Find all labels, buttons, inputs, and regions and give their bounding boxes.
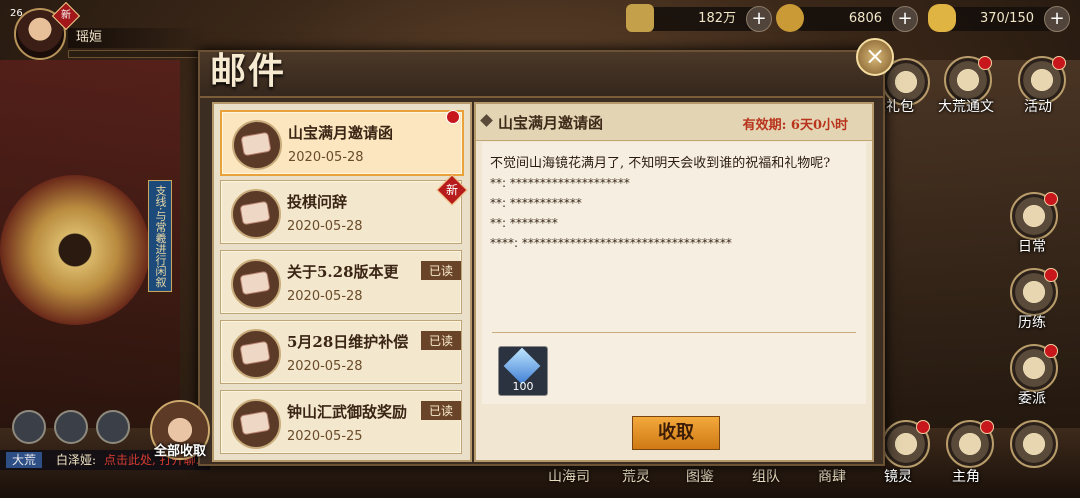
read-badge: 已读 (420, 261, 461, 280)
nav-tujian[interactable]: 图鉴 (686, 466, 714, 486)
player-info[interactable]: 26 新 瑶姮 (10, 1, 210, 64)
coin-icon (626, 4, 654, 32)
mail-dialog: 邮件 山宝满月邀请函 2020-05-28 投棋问辞 2020-05-28 新 … (198, 50, 885, 466)
add-stamina-button[interactable]: + (1044, 6, 1070, 32)
mail-detail: 山宝满月邀请函 有效期: 6天0小时 不觉间山海镜花满月了, 不知明天会收到谁的… (474, 102, 874, 462)
jade-icon (776, 4, 804, 32)
nav-shanhaisi[interactable]: 山海司 (548, 466, 590, 486)
mirror-spirit-icon[interactable] (882, 420, 930, 468)
menu-label-dispatch: 委派 (1018, 391, 1046, 407)
mail-list[interactable]: 山宝满月邀请函 2020-05-28 投棋问辞 2020-05-28 新 关于5… (212, 102, 472, 462)
stamina-counter: 370/150 + (928, 4, 1070, 32)
mail-item[interactable]: 钟山汇武御敌奖励 2020-05-25 已读 (220, 390, 462, 454)
envelope-icon (231, 259, 281, 309)
menu-label-daily: 日常 (1018, 239, 1046, 255)
nav-team[interactable]: 组队 (752, 466, 780, 486)
jade-counter: 6806 + (776, 4, 918, 32)
detail-line: **: ************ (490, 196, 582, 210)
collect-all-button[interactable]: 全部收取 (150, 440, 210, 459)
detail-line: **: ******************** (490, 176, 630, 190)
chat-sender: 白泽娅: (56, 453, 97, 467)
diamond-bullet-icon (480, 114, 493, 127)
side-quest-sign[interactable]: 支线·与常羲进行闲叙 (148, 180, 172, 292)
crystal-icon (503, 347, 541, 385)
coin-counter: 182万 + (626, 4, 772, 32)
envelope-icon (231, 399, 281, 449)
reward-count: 100 (512, 380, 534, 393)
detail-line: 不觉间山海镜花满月了, 不知明天会收到谁的祝福和礼物呢? (490, 156, 831, 171)
training-icon[interactable] (1010, 268, 1058, 316)
mail-item[interactable]: 山宝满月邀请函 2020-05-28 (220, 110, 464, 176)
mail-item-title: 5月28日维护补偿 (287, 333, 409, 351)
detail-line: ****: **********************************… (490, 236, 732, 250)
background-eye-ornament (0, 175, 150, 325)
player-name: 瑶姮 (68, 28, 206, 48)
divider (492, 332, 856, 333)
envelope-icon (231, 329, 281, 379)
player-level: 26 (10, 8, 23, 19)
mail-item-date: 2020-05-25 (287, 429, 363, 444)
mail-item-date: 2020-05-28 (287, 289, 363, 304)
envelope-icon (232, 120, 282, 170)
chat-channel: 大荒 (6, 452, 43, 468)
mail-item[interactable]: 5月28日维护补偿 2020-05-28 已读 (220, 320, 462, 384)
stamina-icon (928, 4, 956, 32)
dispatch-icon[interactable] (1010, 344, 1058, 392)
detail-title: 山宝满月邀请函 (498, 114, 604, 132)
menu-label-training: 历练 (1018, 315, 1046, 331)
detail-header: 山宝满月邀请函 有效期: 6天0小时 (476, 104, 872, 141)
daily-icon[interactable] (1010, 192, 1058, 240)
mail-item-date: 2020-05-28 (287, 359, 363, 374)
notes-icon[interactable] (96, 410, 130, 444)
nav-shop[interactable]: 商肆 (818, 466, 846, 486)
read-badge: 已读 (420, 331, 461, 350)
mail-item-title: 钟山汇武御敌奖励 (287, 403, 408, 421)
menu-label-activity: 活动 (1024, 99, 1052, 115)
new-badge: 新 (436, 174, 468, 206)
mail-item-title: 关于5.28版本更 (287, 263, 399, 281)
menu-label-pass: 大荒通文 (938, 99, 994, 115)
mail-quick-icon[interactable] (54, 410, 88, 444)
unread-dot (446, 110, 460, 124)
collect-button[interactable]: 收取 (632, 416, 720, 450)
mail-item-title: 投棋问辞 (287, 193, 348, 211)
mail-item-title: 山宝满月邀请函 (288, 124, 394, 142)
mail-item-date: 2020-05-28 (287, 219, 363, 234)
nav-huangling[interactable]: 荒灵 (622, 466, 650, 486)
exp-bar (68, 50, 204, 58)
hero-icon[interactable] (946, 420, 994, 468)
reward-item[interactable]: 100 (498, 346, 548, 396)
settings-icon[interactable] (1010, 420, 1058, 468)
close-icon[interactable]: × (856, 38, 894, 76)
detail-line: **: ******** (490, 216, 558, 230)
expiry-text: 有效期: 6天0小时 (742, 118, 848, 133)
add-coin-button[interactable]: + (746, 6, 772, 32)
mail-item[interactable]: 关于5.28版本更 2020-05-28 已读 (220, 250, 462, 314)
read-badge: 已读 (420, 401, 461, 420)
friends-icon[interactable] (12, 410, 46, 444)
mail-item[interactable]: 投棋问辞 2020-05-28 新 (220, 174, 468, 244)
add-jade-button[interactable]: + (892, 6, 918, 32)
detail-body: 不觉间山海镜花满月了, 不知明天会收到谁的祝福和礼物呢? **: *******… (482, 142, 866, 404)
mail-title: 邮件 (210, 50, 287, 92)
envelope-icon (231, 189, 281, 239)
bottom-nav: 山海司 荒灵 图鉴 组队 商肆 (540, 466, 1020, 486)
mail-header: 邮件 (200, 50, 883, 98)
mail-item-date: 2020-05-28 (288, 150, 364, 165)
